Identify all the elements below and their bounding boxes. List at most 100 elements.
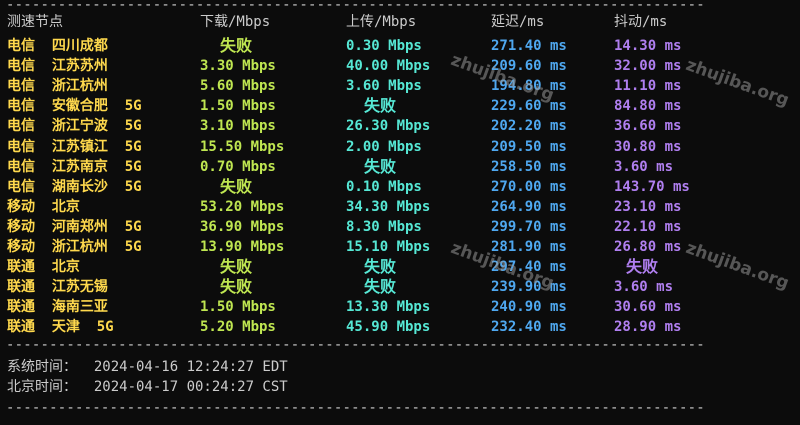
cell-jitter: 23.10 ms: [614, 198, 682, 215]
cell-upload: 0.30 Mbps: [346, 38, 422, 54]
cell-node: 电信 安徽合肥 5G: [7, 98, 142, 115]
cell-latency: 209.60 ms: [491, 58, 567, 75]
table-row: 电信 江苏苏州 3.30 Mbps 40.00 Mbps 209.60 ms 32.00…: [0, 56, 800, 76]
cell-download: 53.20 Mbps: [200, 198, 285, 215]
cell-jitter: 26.80 ms: [614, 239, 682, 255]
cell-node: 电信 江苏苏州: [7, 58, 108, 75]
cell-node: 电信 江苏南京 5G: [7, 158, 142, 175]
cell-latency: 271.40 ms: [491, 38, 567, 54]
cell-jitter: 143.70 ms: [614, 178, 690, 195]
cell-download: 失败: [220, 176, 253, 196]
system-time: 系统时间： 2024-04-16 12:24:27 EDT: [7, 359, 288, 375]
cell-jitter: 22.10 ms: [614, 218, 682, 235]
header-download: 下载/Mbps: [200, 14, 271, 30]
cell-jitter: 失败: [626, 257, 659, 277]
cell-download: 3.30 Mbps: [200, 58, 276, 75]
cell-upload: 45.90 Mbps: [346, 319, 431, 336]
cell-node: 移动 河南郑州 5G: [7, 218, 142, 235]
cell-upload: 34.30 Mbps: [346, 198, 431, 215]
header-upload: 上传/Mbps: [346, 14, 417, 30]
cell-jitter: 14.30 ms: [614, 38, 682, 54]
cell-download: 失败: [220, 257, 253, 277]
cell-upload: 失败: [364, 277, 397, 297]
cell-download: 失败: [220, 36, 253, 55]
cell-latency: 239.90 ms: [491, 279, 567, 296]
cell-download: 3.10 Mbps: [200, 118, 276, 135]
cell-node: 联通 天津 5G: [7, 319, 114, 336]
cell-jitter: 3.60 ms: [614, 279, 674, 296]
system-time-row: 系统时间： 2024-04-16 12:24:27 EDT: [0, 357, 800, 377]
cell-upload: 2.00 Mbps: [346, 138, 422, 155]
cell-jitter: 84.80 ms: [614, 98, 682, 115]
cell-upload: 13.30 Mbps: [346, 299, 431, 316]
cell-latency: 240.90 ms: [491, 299, 567, 316]
cell-node: 电信 四川成都: [7, 38, 108, 54]
table-row: 电信 浙江杭州 5.60 Mbps 3.60 Mbps 194.80 ms 11.10 …: [0, 76, 800, 96]
cell-node: 联通 海南三亚: [7, 299, 108, 316]
cell-latency: 264.90 ms: [491, 198, 567, 215]
cell-latency: 229.60 ms: [491, 98, 567, 115]
table-row: 联通 江苏无锡 失败 失败 239.90 ms 3.60 ms: [0, 277, 800, 297]
beijing-time: 北京时间： 2024-04-17 00:24:27 CST: [7, 379, 288, 395]
cell-upload: 3.60 Mbps: [346, 78, 422, 95]
table-row: 联通 北京 失败 失败 297.40 ms 失败: [0, 257, 800, 277]
cell-download: 1.50 Mbps: [200, 299, 276, 316]
cell-latency: 194.80 ms: [491, 78, 567, 95]
separator-top: ----------------------------------------…: [6, 0, 706, 10]
table-row: 联通 海南三亚 1.50 Mbps 13.30 Mbps 240.90 ms 30.60…: [0, 297, 800, 317]
header-node: 测速节点: [7, 14, 63, 30]
cell-jitter: 28.90 ms: [614, 319, 682, 336]
header-row: 测速节点 下载/Mbps 上传/Mbps 延迟/ms 抖动/ms: [0, 12, 800, 32]
cell-jitter: 30.60 ms: [614, 299, 682, 316]
cell-latency: 232.40 ms: [491, 319, 567, 336]
terminal-window: ----------------------------------------…: [0, 0, 800, 425]
cell-upload: 8.30 Mbps: [346, 218, 422, 235]
table-row: 电信 四川成都 失败 0.30 Mbps 271.40 ms 14.30 ms: [0, 36, 800, 56]
table-row: 移动 河南郑州 5G 36.90 Mbps 8.30 Mbps 299.70 ms 22…: [0, 217, 800, 237]
cell-download: 5.20 Mbps: [200, 319, 276, 336]
cell-latency: 297.40 ms: [491, 259, 567, 276]
cell-node: 联通 北京: [7, 259, 80, 276]
cell-download: 1.50 Mbps: [200, 98, 276, 115]
cell-download: 15.50 Mbps: [200, 138, 285, 155]
table-row: 电信 浙江宁波 5G 3.10 Mbps 26.30 Mbps 202.20 ms 36…: [0, 116, 800, 136]
cell-upload: 失败: [364, 257, 397, 277]
cell-node: 电信 浙江宁波 5G: [7, 118, 142, 135]
cell-upload: 40.00 Mbps: [346, 58, 431, 75]
cell-jitter: 32.00 ms: [614, 58, 682, 75]
cell-upload: 15.10 Mbps: [346, 239, 431, 255]
separator-middle: ----------------------------------------…: [6, 340, 706, 350]
table-row: 移动 北京 53.20 Mbps 34.30 Mbps 264.90 ms 23.10 …: [0, 197, 800, 217]
table-row: 电信 江苏南京 5G 0.70 Mbps 失败 258.50 ms 3.60 ms: [0, 157, 800, 177]
cell-node: 联通 江苏无锡: [7, 279, 108, 296]
cell-latency: 281.90 ms: [491, 239, 567, 255]
cell-download: 13.90 Mbps: [200, 239, 285, 255]
header-latency: 延迟/ms: [491, 14, 545, 30]
cell-node: 电信 浙江杭州: [7, 78, 108, 95]
cell-node: 移动 北京: [7, 198, 80, 215]
cell-node: 电信 湖南长沙 5G: [7, 178, 142, 195]
cell-upload: 26.30 Mbps: [346, 118, 431, 135]
cell-download: 失败: [220, 277, 253, 297]
table-row: 电信 湖南长沙 5G 失败 0.10 Mbps 270.00 ms 143.70 ms: [0, 177, 800, 197]
cell-upload: 失败: [364, 156, 397, 176]
table-row: 移动 浙江杭州 5G 13.90 Mbps 15.10 Mbps 281.90 ms 2…: [0, 237, 800, 257]
cell-download: 5.60 Mbps: [200, 78, 276, 95]
cell-download: 0.70 Mbps: [200, 158, 276, 175]
cell-latency: 202.20 ms: [491, 118, 567, 135]
cell-latency: 209.50 ms: [491, 138, 567, 155]
table-row: 联通 天津 5G 5.20 Mbps 45.90 Mbps 232.40 ms 28.9…: [0, 317, 800, 337]
table-row: 电信 安徽合肥 5G 1.50 Mbps 失败 229.60 ms 84.80 ms: [0, 96, 800, 116]
cell-jitter: 3.60 ms: [614, 158, 674, 175]
cell-latency: 299.70 ms: [491, 218, 567, 235]
cell-jitter: 11.10 ms: [614, 78, 682, 95]
header-jitter: 抖动/ms: [614, 14, 668, 30]
cell-jitter: 30.80 ms: [614, 138, 682, 155]
separator-bottom: ----------------------------------------…: [6, 403, 706, 413]
cell-latency: 258.50 ms: [491, 158, 567, 175]
table-row: 电信 江苏镇江 5G 15.50 Mbps 2.00 Mbps 209.50 ms 30…: [0, 137, 800, 157]
cell-latency: 270.00 ms: [491, 178, 567, 195]
cell-upload: 0.10 Mbps: [346, 178, 422, 195]
beijing-time-row: 北京时间： 2024-04-17 00:24:27 CST: [0, 377, 800, 397]
cell-node: 移动 浙江杭州 5G: [7, 239, 142, 255]
